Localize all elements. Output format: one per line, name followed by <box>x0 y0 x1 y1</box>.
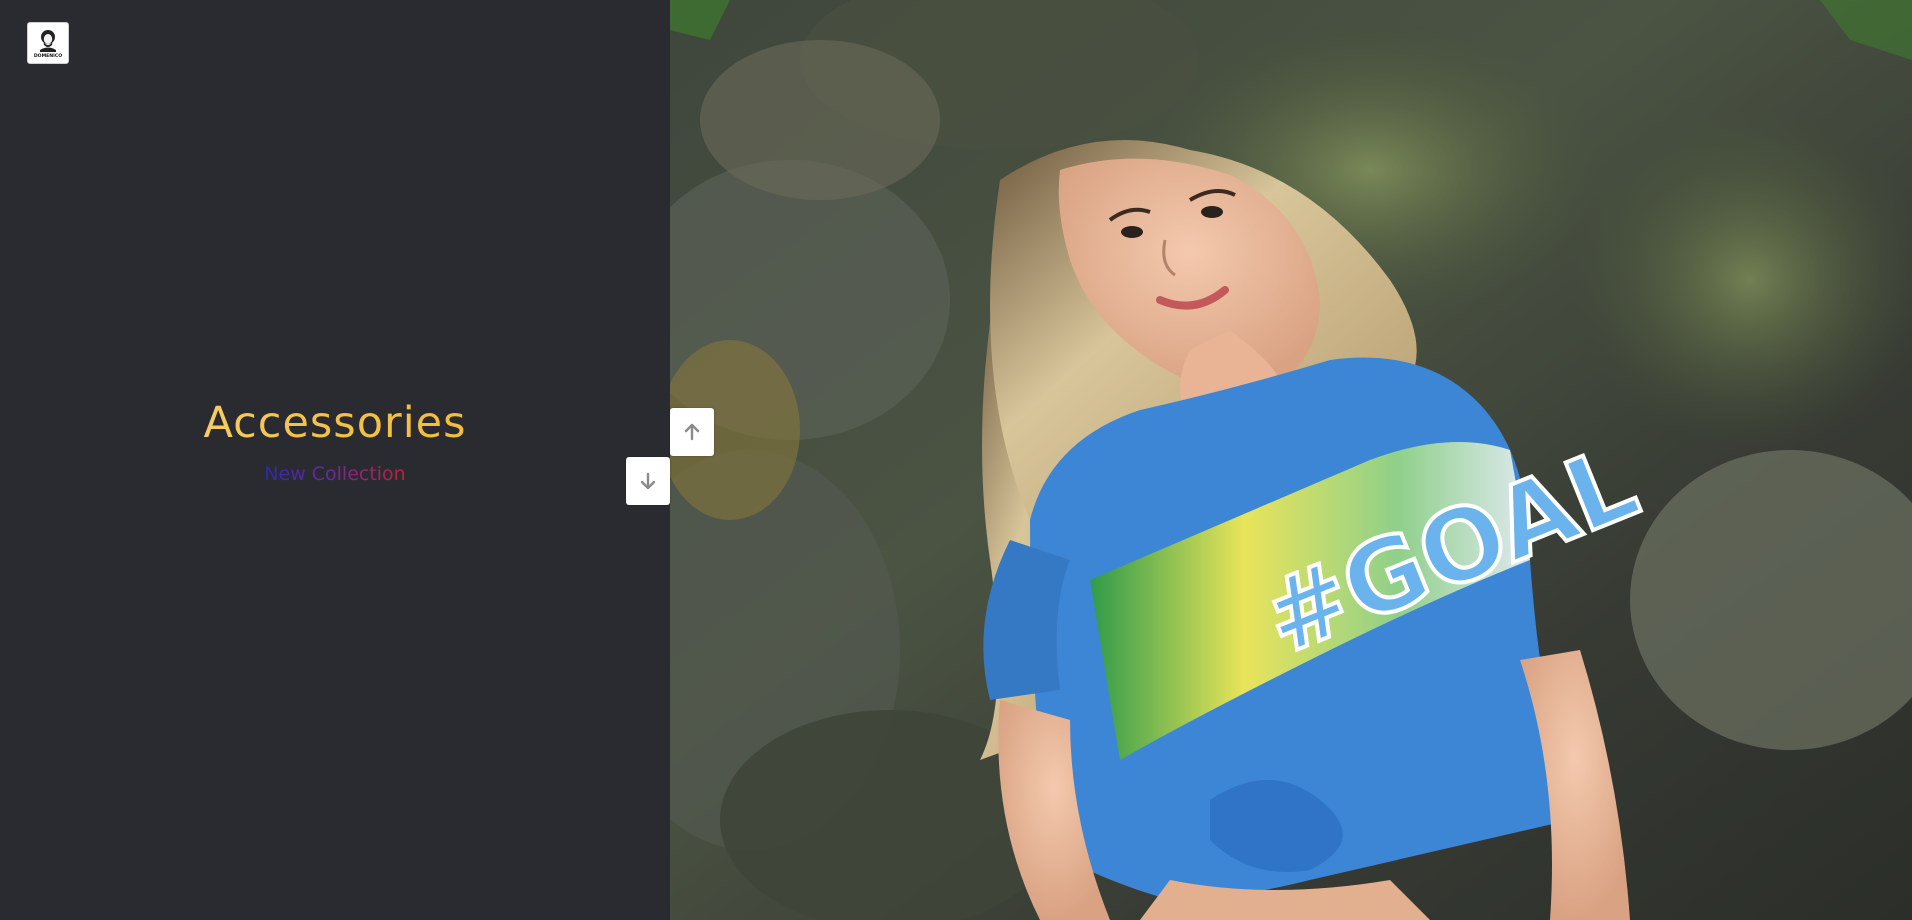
slide-title: Accessories <box>0 397 670 449</box>
domenico-logo-icon: DOMENICO <box>34 30 62 59</box>
slide-photo: #GOAL <box>670 0 1912 920</box>
arrow-up-icon <box>684 423 700 441</box>
logo-text: DOMENICO <box>34 53 62 59</box>
woman-blue-shirt-photo: #GOAL <box>670 0 1912 920</box>
brand-logo[interactable]: DOMENICO <box>27 22 69 64</box>
arrow-down-icon <box>640 472 656 490</box>
slide-subtitle-wrap: New Collection <box>0 461 670 487</box>
slide-subtitle: New Collection <box>264 463 406 485</box>
slideshow-page: DOMENICO Accessories New Collection #GOA… <box>0 0 1912 920</box>
caption-panel: DOMENICO Accessories New Collection <box>0 0 670 920</box>
previous-slide-button[interactable] <box>670 408 714 456</box>
next-slide-button[interactable] <box>626 457 670 505</box>
